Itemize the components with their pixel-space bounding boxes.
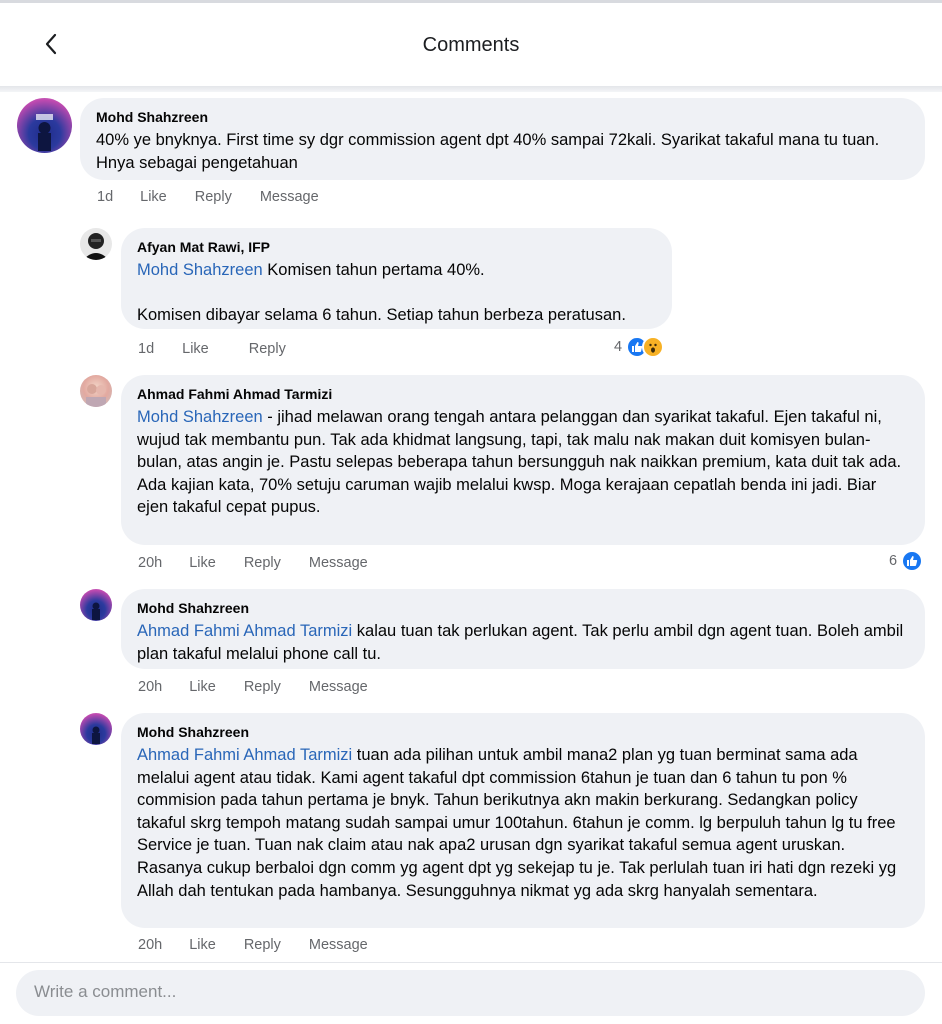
mention-link[interactable]: Ahmad Fahmi Ahmad Tarmizi	[137, 746, 352, 764]
avatar[interactable]	[80, 228, 112, 260]
comment-author[interactable]: Mohd Shahzreen	[137, 723, 909, 741]
comment-bubble: Mohd Shahzreen Ahmad Fahmi Ahmad Tarmizi…	[121, 589, 925, 669]
reply-button[interactable]: Reply	[244, 937, 281, 953]
wow-reaction-icon	[642, 336, 665, 358]
message-button[interactable]: Message	[309, 679, 368, 695]
comment-body: tuan ada pilihan untuk ambil mana2 plan …	[137, 746, 901, 900]
comment-time[interactable]: 20h	[138, 555, 162, 571]
reply-button[interactable]: Reply	[249, 341, 286, 357]
page-title: Comments	[422, 34, 520, 56]
reaction-summary[interactable]: 4	[614, 336, 665, 358]
avatar[interactable]	[80, 713, 112, 745]
reaction-count: 4	[614, 339, 623, 355]
comment-text: 40% ye bnyknya. First time sy dgr commis…	[96, 131, 884, 172]
comment-bubble: Ahmad Fahmi Ahmad Tarmizi Mohd Shahzreen…	[121, 375, 925, 545]
comment-time[interactable]: 1d	[97, 189, 113, 205]
like-button[interactable]: Like	[189, 937, 216, 953]
reply-button[interactable]: Reply	[244, 555, 281, 571]
reply-button[interactable]: Reply	[244, 679, 281, 695]
avatar[interactable]	[80, 589, 112, 621]
comment-actions: 20h Like Reply Message	[138, 937, 396, 953]
comment-author[interactable]: Afyan Mat Rawi, IFP	[137, 238, 656, 256]
like-reaction-icon	[901, 550, 924, 572]
comment-text: Ahmad Fahmi Ahmad Tarmizi kalau tuan tak…	[137, 620, 909, 665]
comment-text: Mohd Shahzreen Komisen tahun pertama 40%…	[137, 259, 656, 327]
avatar[interactable]	[80, 375, 112, 407]
comment-author[interactable]: Ahmad Fahmi Ahmad Tarmizi	[137, 385, 909, 403]
header-divider	[0, 86, 942, 92]
like-button[interactable]: Like	[189, 555, 216, 571]
reaction-count: 6	[889, 553, 898, 569]
mention-link[interactable]: Mohd Shahzreen	[137, 408, 263, 426]
comment-author[interactable]: Mohd Shahzreen	[137, 599, 909, 617]
comment-text: Mohd Shahzreen - jihad melawan orang ten…	[137, 406, 909, 519]
reply-button[interactable]: Reply	[195, 189, 232, 205]
comment-text: Ahmad Fahmi Ahmad Tarmizi tuan ada pilih…	[137, 744, 909, 902]
message-button[interactable]: Message	[260, 189, 319, 205]
header-bar: Comments	[0, 3, 942, 86]
mention-link[interactable]: Mohd Shahzreen	[137, 261, 263, 279]
comment-actions: 1d Like Reply Message	[97, 189, 347, 205]
comment-actions: 20h Like Reply Message	[138, 555, 396, 571]
avatar[interactable]	[17, 98, 72, 153]
like-button[interactable]: Like	[189, 679, 216, 695]
comment-time[interactable]: 20h	[138, 679, 162, 695]
message-button[interactable]: Message	[309, 937, 368, 953]
comment-input[interactable]: Write a comment...	[16, 970, 925, 1016]
reaction-summary[interactable]: 6	[889, 550, 924, 572]
like-button[interactable]: Like	[140, 189, 167, 205]
mention-link[interactable]: Ahmad Fahmi Ahmad Tarmizi	[137, 622, 352, 640]
comment-bubble: Mohd Shahzreen 40% ye bnyknya. First tim…	[80, 98, 925, 180]
comment-bubble: Mohd Shahzreen Ahmad Fahmi Ahmad Tarmizi…	[121, 713, 925, 928]
comment-actions: 20h Like Reply Message	[138, 679, 396, 695]
composer-divider	[0, 962, 942, 963]
comment-time[interactable]: 1d	[138, 341, 154, 357]
comment-bubble: Afyan Mat Rawi, IFP Mohd Shahzreen Komis…	[121, 228, 672, 329]
comment-author[interactable]: Mohd Shahzreen	[96, 108, 909, 126]
like-button[interactable]: Like	[182, 341, 209, 357]
comment-actions: 1d Like Reply	[138, 341, 314, 357]
comment-time[interactable]: 20h	[138, 937, 162, 953]
message-button[interactable]: Message	[309, 555, 368, 571]
